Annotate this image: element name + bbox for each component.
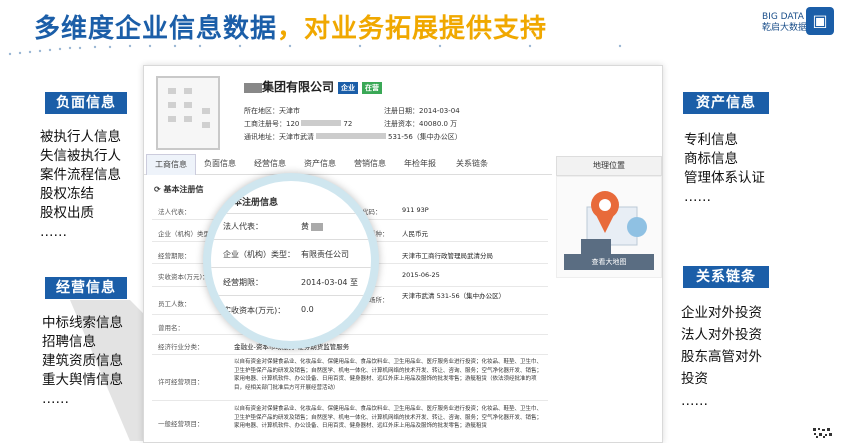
divider (152, 334, 548, 335)
tab-marketing[interactable]: 营销信息 (346, 154, 394, 174)
tab-operation[interactable]: 经营信息 (246, 154, 294, 174)
address-text: 通讯地址：天津市武清 531-56（集中办公区） (244, 133, 462, 141)
region-text: 所在地区：天津市 (244, 107, 300, 115)
tab-negative[interactable]: 负面信息 (196, 154, 244, 174)
list-item: 股东高管对外 (681, 349, 762, 365)
row-value: 2015-06-25 (402, 271, 440, 279)
list-item: 商标信息 (684, 151, 738, 167)
redacted-block (244, 82, 262, 93)
row-label: 曾用名： (158, 324, 184, 332)
list-item: 专利信息 (684, 132, 738, 148)
list-item: 招聘信息 (42, 334, 96, 350)
row-value: 天津市工商行政管理局武清分局 (402, 252, 493, 260)
magnifier-value: 0.0 (301, 305, 314, 314)
row-label: 许可经营项目： (158, 378, 204, 386)
row-label: 实收资本(万元)： (158, 273, 209, 281)
divider (211, 213, 371, 214)
list-item: 股权出质 (40, 205, 94, 221)
magnifier-label: 企业（机构）类型： (223, 250, 295, 259)
asset-info-label: 资产信息 (683, 92, 769, 114)
status-badge: 在营 (362, 81, 383, 94)
list-item: 法人对外投资 (681, 327, 762, 343)
list-item: 企业对外投资 (681, 305, 762, 321)
divider (152, 354, 548, 355)
magnifier-value: 黄 (301, 221, 323, 232)
tab-bar: 工商信息 负面信息 经营信息 资产信息 营销信息 年检年报 关系链条 (144, 154, 552, 175)
list-item: 中标线索信息 (42, 315, 123, 331)
tab-relations[interactable]: 关系链条 (446, 154, 498, 174)
magnifier-label: 实收资本(万元)： (223, 306, 286, 315)
tab-business[interactable]: 工商信息 (146, 154, 196, 175)
magnifier-label: 法人代表： (223, 222, 263, 231)
magnifier-value: 2014-03-04 至 (301, 278, 359, 287)
brand-logo-text: BIG DATA 乾启大数据 (762, 12, 808, 33)
list-item: 建筑资质信息 (42, 353, 123, 369)
section-title: ⟳ 基本注册信 (154, 185, 204, 194)
company-name: 集团有限公司 企业 在营 (244, 78, 383, 95)
list-item: …… (681, 393, 708, 409)
reg-date-text: 注册日期：2014-03-04 (384, 107, 460, 115)
magnifier-callout: 本注册信息 法人代表： 黄 企业（机构）类型： 有限责任公司 经营期限： 201… (203, 173, 379, 349)
list-item: …… (684, 189, 711, 205)
row-value: 天津市武清 531-56（集中办公区） (402, 292, 506, 300)
tab-annual-report[interactable]: 年检年报 (396, 154, 444, 174)
row-value: 911 93P (402, 206, 429, 214)
magnifier-title: 本注册信息 (233, 198, 279, 208)
map-header: 地理位置 (556, 156, 662, 176)
negative-info-label: 负面信息 (45, 92, 127, 114)
business-info-list: 中标线索信息 招聘信息 建筑资质信息 重大舆情信息 …… (42, 314, 123, 409)
asset-info-list: 专利信息 商标信息 管理体系认证 …… (684, 131, 765, 207)
row-label: 经济行业分类： (158, 343, 204, 351)
relation-chain-label: 关系链条 (683, 266, 769, 288)
reg-no-text: 工商注册号：120 72 (244, 120, 353, 128)
list-item: 案件流程信息 (40, 167, 121, 183)
divider (152, 400, 548, 401)
row-label: 一般经营项目： (158, 420, 204, 428)
decorative-dots (8, 44, 622, 56)
list-item: …… (40, 224, 67, 240)
row-label: 经营期限： (158, 252, 191, 260)
reg-capital-text: 注册资本：40080.0 万 (384, 120, 458, 128)
magnifier-label: 经营期限： (223, 278, 263, 287)
list-item: 被执行人信息 (40, 129, 121, 145)
divider (211, 267, 371, 268)
relation-chain-list: 企业对外投资 法人对外投资 股东高管对外 投资 …… (681, 302, 762, 412)
magnifier-value: 有限责任公司 (301, 250, 349, 259)
list-item: …… (42, 391, 69, 407)
view-large-map-button[interactable]: 查看大地图 (564, 254, 654, 270)
qr-code-icon (812, 427, 834, 439)
general-scope-text: 以自有资金对保健食品业、化妆品业、保健用品业、食品饮料业、卫生用品业、医疗服务业… (234, 406, 543, 429)
divider (211, 239, 371, 240)
list-item: 管理体系认证 (684, 170, 765, 186)
negative-info-list: 被执行人信息 失信被执行人 案件流程信息 股权冻结 股权出质 …… (40, 128, 121, 242)
row-label: 员工人数： (158, 300, 191, 308)
license-text: 以自有资金对保健食品业、化妆品业、保健用品业、食品饮料业、卫生用品业、医疗服务业… (234, 359, 543, 391)
building-icon (156, 76, 220, 150)
row-label: 企业（机构）类型 (158, 230, 210, 238)
brand-logo-icon: ▣ (806, 7, 834, 35)
list-item: 股权冻结 (40, 186, 94, 202)
list-item: 失信被执行人 (40, 148, 121, 164)
list-item: 投资 (681, 371, 708, 387)
divider (211, 295, 371, 296)
business-info-label: 经营信息 (45, 277, 127, 299)
row-value: 人民币元 (402, 230, 428, 238)
type-badge: 企业 (338, 81, 359, 94)
row-label: 法人代表： (158, 208, 191, 216)
list-item: 重大舆情信息 (42, 372, 123, 388)
tab-assets[interactable]: 资产信息 (296, 154, 344, 174)
